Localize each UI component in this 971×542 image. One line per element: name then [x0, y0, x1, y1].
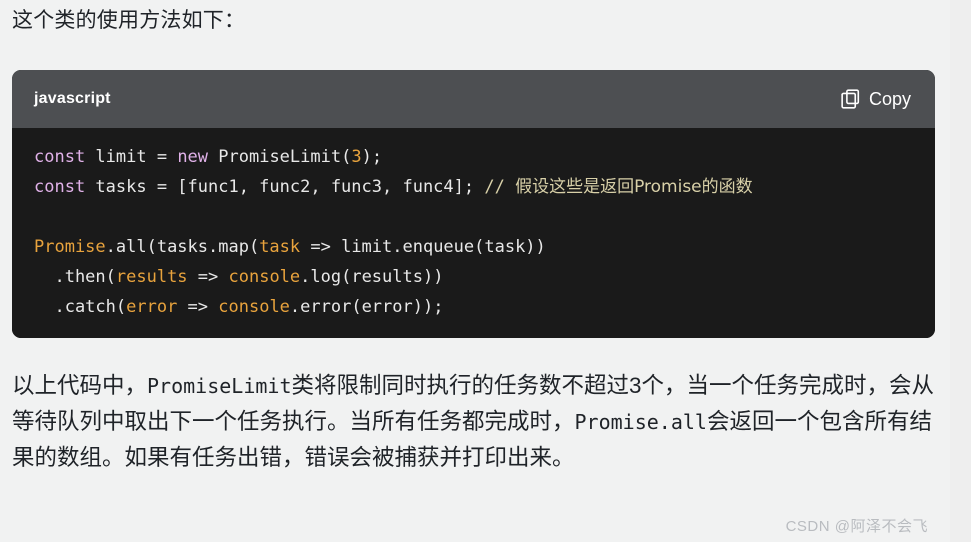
code-token: results: [115, 267, 188, 287]
code-token: limit =: [85, 147, 178, 167]
inline-code: PromiseLimit: [147, 374, 292, 398]
page-canvas: 这个类的使用方法如下： javascript Copy const limit …: [0, 0, 950, 542]
code-token: 3: [351, 147, 362, 167]
code-token: .error(error));: [289, 297, 444, 317]
code-token: => limit.enqueue(task)): [300, 237, 546, 257]
copy-button-label: Copy: [868, 88, 911, 109]
code-token: Promise: [34, 237, 106, 257]
code-token: .catch(: [34, 297, 127, 317]
code-token: const: [34, 147, 86, 167]
code-token: =>: [187, 267, 229, 287]
code-token: .then(: [34, 267, 116, 287]
code-line: .catch(error => console.error(error));: [12, 292, 935, 322]
code-token: PromiseLimit(: [208, 147, 352, 167]
code-token: console: [218, 297, 290, 317]
explanation-paragraph: 以上代码中，PromiseLimit类将限制同时执行的任务数不超过3个，当一个任…: [12, 368, 942, 476]
code-token: const: [34, 177, 86, 197]
page-right-gutter: [950, 0, 971, 542]
code-token: =>: [177, 297, 219, 317]
code-line: .then(results => console.log(results)): [12, 262, 935, 292]
code-token: error: [126, 297, 178, 317]
code-token: console: [228, 267, 301, 287]
code-language-label: javascript: [34, 90, 111, 107]
code-token: //: [484, 177, 516, 197]
code-token: task: [259, 237, 301, 257]
code-token: new: [177, 147, 209, 167]
intro-paragraph: 这个类的使用方法如下：: [12, 9, 246, 32]
inline-code: Promise.all: [574, 410, 707, 434]
code-token: );: [361, 147, 383, 167]
code-token: .log(results)): [300, 267, 444, 287]
code-line: Promise.all(tasks.map(task => limit.enqu…: [12, 232, 935, 262]
paragraph-text: 以上代码中，: [12, 373, 148, 398]
code-line: const tasks = [func1, func2, func3, func…: [12, 172, 935, 202]
copy-icon: [841, 89, 860, 109]
code-token: 假设这些是返回Promise的函数: [515, 177, 753, 197]
code-line: const limit = new PromiseLimit(3);: [12, 142, 935, 172]
code-content[interactable]: const limit = new PromiseLimit(3); const …: [12, 128, 935, 338]
code-block: javascript Copy const limit = new Promis…: [12, 70, 935, 338]
code-block-header: javascript Copy: [12, 70, 935, 128]
copy-button[interactable]: Copy: [835, 85, 917, 114]
code-token: tasks = [func1, func2, func3, func4];: [85, 177, 485, 197]
csdn-watermark: CSDN @阿泽不会飞: [785, 518, 928, 535]
code-token: .all(tasks.map(: [105, 237, 260, 257]
